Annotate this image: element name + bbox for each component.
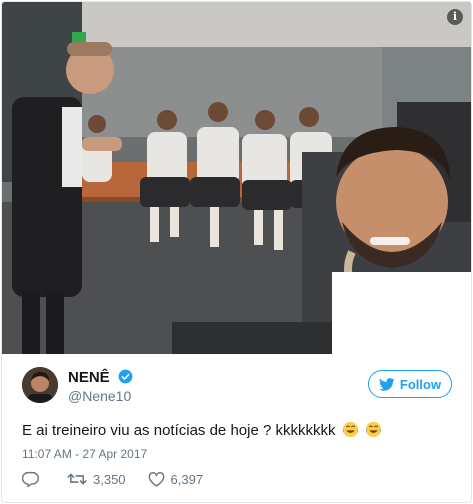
face-with-tears-of-joy-emoji	[342, 421, 358, 438]
follow-label: Follow	[399, 376, 442, 392]
like-count: 6,397	[170, 471, 204, 487]
display-name[interactable]: NENÊ	[68, 369, 110, 386]
reply-action[interactable]	[22, 471, 45, 487]
like-action[interactable]: 6,397	[148, 471, 204, 487]
info-icon[interactable]: i	[447, 9, 463, 25]
retweet-count: 3,350	[93, 471, 126, 487]
avatar[interactable]	[22, 367, 58, 403]
embedded-tweet-card: i NENÊ @Nene10 Follow E ai treineiro viu…	[1, 1, 472, 503]
follow-button[interactable]: Follow	[368, 370, 452, 398]
author-handle[interactable]: @Nene10	[68, 388, 133, 404]
author-name-block[interactable]: NENÊ @Nene10	[68, 369, 133, 404]
retweet-icon	[67, 473, 87, 485]
reply-icon	[22, 471, 39, 487]
tweet-text: E ai treineiro viu as notícias de hoje ?…	[22, 422, 336, 439]
tweet-body: E ai treineiro viu as notícias de hoje ?…	[22, 421, 382, 439]
face-with-tears-of-joy-emoji	[365, 421, 381, 438]
twitter-bird-icon	[378, 377, 395, 391]
heart-icon	[148, 471, 164, 487]
tweet-actions: 3,350 6,397	[22, 471, 225, 487]
tweet-photo[interactable]: i	[2, 2, 471, 354]
tweet-timestamp[interactable]: 11:07 AM - 27 Apr 2017	[22, 447, 147, 461]
tweet-author-header: NENÊ @Nene10 Follow	[22, 367, 452, 407]
verified-badge-icon	[118, 369, 133, 384]
locker-room-selfie-image	[2, 2, 471, 354]
retweet-action[interactable]: 3,350	[67, 472, 126, 487]
